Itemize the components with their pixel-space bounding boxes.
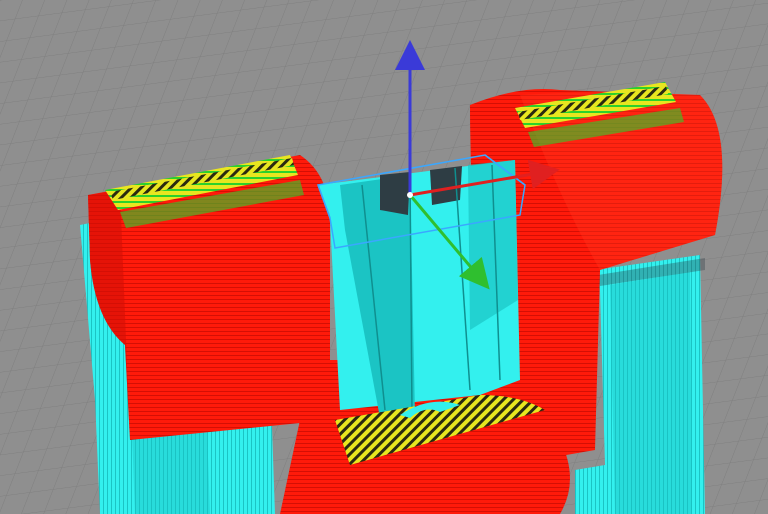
center-cavity [318, 160, 520, 418]
gizmo-origin[interactable] [407, 192, 413, 198]
3d-viewport[interactable] [0, 0, 768, 514]
